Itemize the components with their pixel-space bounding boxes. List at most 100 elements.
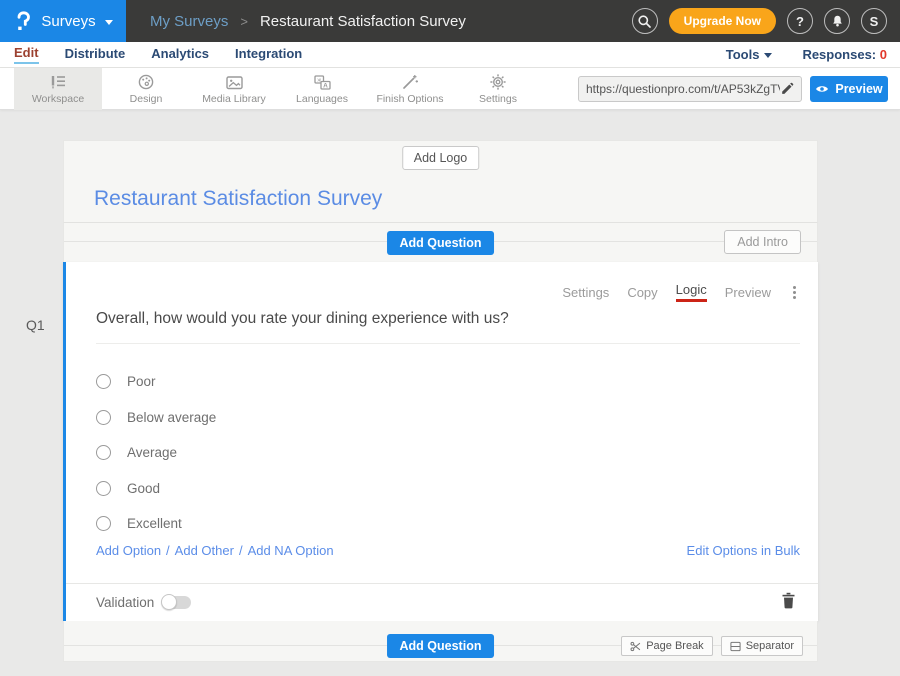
image-icon (225, 74, 244, 91)
option-links-row: Add Option / Add Other / Add NA Option E… (96, 543, 800, 558)
breadcrumb: My Surveys > Restaurant Satisfaction Sur… (150, 13, 466, 30)
preview-button[interactable]: Preview (810, 76, 888, 102)
divider-line (66, 583, 818, 584)
add-question-row-top: Add Question Add Intro (63, 223, 818, 262)
survey-url-input[interactable] (586, 82, 780, 96)
question-actions: Settings Copy Logic Preview (562, 282, 800, 302)
add-na-option-link[interactable]: Add NA Option (248, 543, 334, 558)
gear-icon (489, 73, 507, 91)
question-text[interactable]: Overall, how would you rate your dining … (96, 310, 800, 344)
add-question-button-bottom[interactable]: Add Question (387, 634, 495, 658)
link-separator: / (166, 543, 170, 558)
radio-button[interactable] (96, 374, 111, 389)
responses-counter[interactable]: Responses: 0 (802, 47, 887, 62)
question-card: Q1 Settings Copy Logic Preview Overall, … (63, 262, 818, 621)
toolbar-item-workspace[interactable]: Workspace (14, 68, 102, 110)
scissors-icon (630, 641, 641, 652)
list-item: Average (96, 435, 216, 471)
breadcrumb-survey-title: Restaurant Satisfaction Survey (260, 13, 466, 30)
survey-nav-tabs: Edit Distribute Analytics Integration To… (0, 42, 900, 68)
delete-question-button[interactable] (781, 592, 796, 614)
tab-edit[interactable]: Edit (14, 45, 39, 64)
edit-options-in-bulk-link[interactable]: Edit Options in Bulk (687, 543, 800, 558)
topbar-actions: Upgrade Now ? S (632, 8, 887, 34)
add-question-row-bottom: Add Question Page Break Separator (63, 621, 818, 662)
survey-title[interactable]: Restaurant Satisfaction Survey (94, 187, 382, 211)
toolbar-label: Design (130, 93, 163, 105)
top-navbar: Surveys My Surveys > Restaurant Satisfac… (0, 0, 900, 42)
toolbar-item-media-library[interactable]: Media Library (190, 68, 278, 110)
add-logo-button[interactable]: Add Logo (402, 146, 480, 170)
help-button[interactable]: ? (787, 8, 813, 34)
question-number: Q1 (26, 317, 45, 333)
validation-label: Validation (96, 595, 154, 610)
edit-pencil-icon[interactable] (780, 82, 794, 96)
toolbar-item-finish-options[interactable]: Finish Options (366, 68, 454, 110)
surveys-menu-label: Surveys (41, 13, 95, 30)
breadcrumb-separator: > (240, 14, 248, 29)
account-avatar[interactable]: S (861, 8, 887, 34)
radio-button[interactable] (96, 445, 111, 460)
page-break-label: Page Break (646, 640, 703, 652)
validation-row: Validation (96, 595, 191, 610)
preview-label: Preview (835, 82, 882, 96)
kebab-menu-icon[interactable] (789, 284, 800, 301)
question-copy-link[interactable]: Copy (627, 285, 657, 300)
radio-button[interactable] (96, 410, 111, 425)
workspace-icon (49, 74, 67, 91)
toolbar-label: Media Library (202, 93, 266, 105)
survey-header-section: Add Logo Restaurant Satisfaction Survey (63, 140, 818, 223)
question-logic-link[interactable]: Logic (676, 282, 707, 302)
trash-icon (781, 592, 796, 609)
add-other-link[interactable]: Add Other (175, 543, 234, 558)
svg-text:A: A (323, 82, 328, 89)
survey-editor: Add Logo Restaurant Satisfaction Survey … (63, 140, 818, 662)
add-intro-button[interactable]: Add Intro (724, 230, 801, 254)
question-settings-link[interactable]: Settings (562, 285, 609, 300)
tab-distribute[interactable]: Distribute (65, 46, 126, 63)
option-label[interactable]: Excellent (127, 516, 182, 531)
footer-mini-buttons: Page Break Separator (621, 636, 803, 656)
radio-button[interactable] (96, 516, 111, 531)
separator-label: Separator (746, 640, 794, 652)
breadcrumb-my-surveys[interactable]: My Surveys (150, 13, 228, 30)
chevron-down-icon (105, 20, 113, 25)
survey-url-field (578, 76, 802, 102)
toolbar-label: Settings (479, 93, 517, 105)
toolbar-item-settings[interactable]: Settings (454, 68, 542, 110)
wand-icon (401, 73, 419, 91)
palette-icon (137, 73, 155, 91)
radio-button[interactable] (96, 481, 111, 496)
option-label[interactable]: Poor (127, 374, 156, 389)
question-preview-link[interactable]: Preview (725, 285, 771, 300)
add-question-button-top[interactable]: Add Question (387, 231, 495, 255)
upgrade-now-button[interactable]: Upgrade Now (669, 8, 776, 34)
toolbar-label: Workspace (32, 93, 84, 105)
tools-dropdown[interactable]: Tools (726, 47, 773, 62)
toolbar-label: Languages (296, 93, 348, 105)
tab-integration[interactable]: Integration (235, 46, 302, 63)
validation-toggle[interactable] (163, 596, 191, 609)
surveys-menu[interactable]: Surveys (0, 0, 126, 42)
nav-right-group: Tools Responses: 0 (726, 47, 887, 62)
option-label[interactable]: Good (127, 481, 160, 496)
toolbar-item-languages[interactable]: ж A Languages (278, 68, 366, 110)
separator-button[interactable]: Separator (721, 636, 803, 656)
chevron-down-icon (764, 53, 772, 58)
questionpro-logo (13, 11, 32, 32)
toolbar-item-design[interactable]: Design (102, 68, 190, 110)
option-label[interactable]: Average (127, 445, 177, 460)
bell-icon (830, 14, 845, 29)
search-button[interactable] (632, 8, 658, 34)
add-option-link[interactable]: Add Option (96, 543, 161, 558)
eye-icon (815, 84, 829, 94)
link-separator: / (239, 543, 243, 558)
page-break-button[interactable]: Page Break (621, 636, 712, 656)
list-item: Poor (96, 364, 216, 400)
search-icon (637, 14, 652, 29)
responses-label: Responses: (802, 47, 876, 62)
list-item: Below average (96, 400, 216, 436)
option-label[interactable]: Below average (127, 410, 216, 425)
notifications-button[interactable] (824, 8, 850, 34)
tab-analytics[interactable]: Analytics (151, 46, 209, 63)
